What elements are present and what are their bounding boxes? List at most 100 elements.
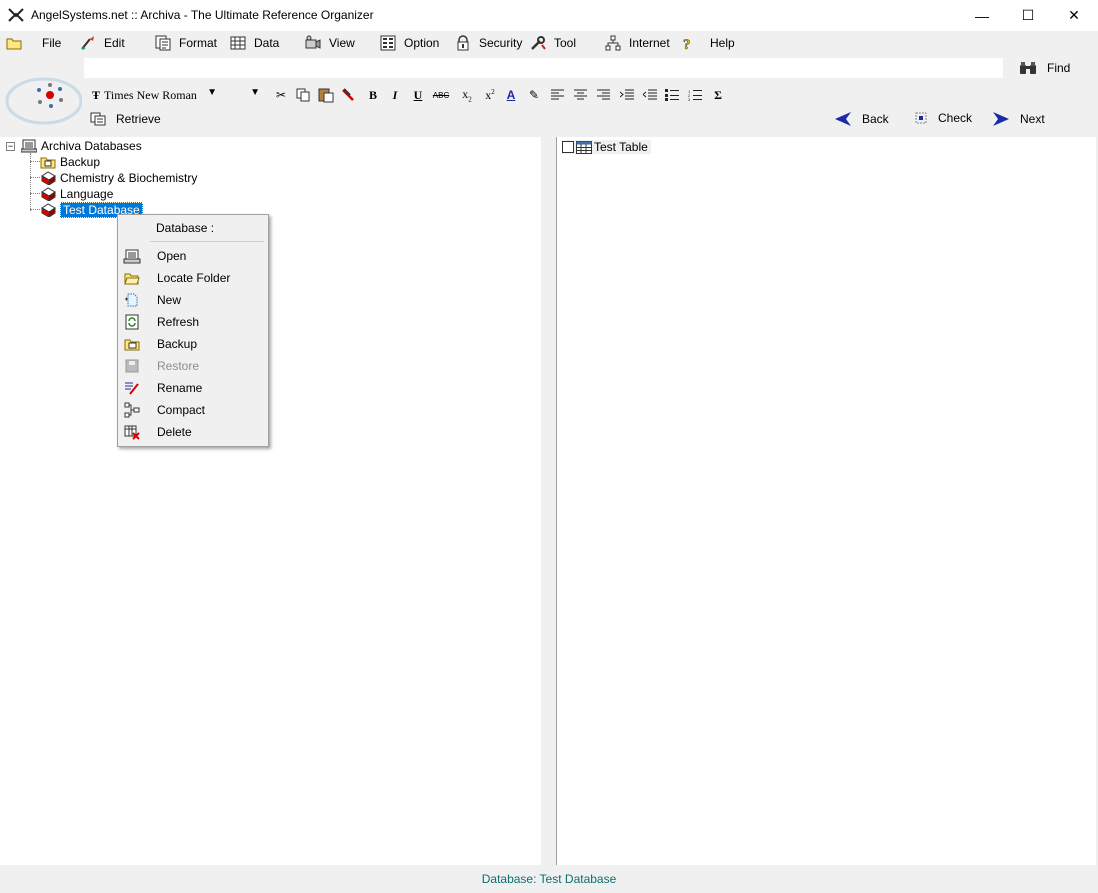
backup-folder-icon: [40, 157, 56, 169]
table-list-panel: Test Table: [556, 137, 1096, 865]
check-label: Check: [938, 111, 973, 125]
check-button[interactable]: Check: [914, 111, 972, 125]
superscript-button[interactable]: x2: [481, 86, 499, 104]
arrow-left-icon: [835, 112, 851, 126]
close-button[interactable]: ✕: [1051, 0, 1097, 31]
tree-item-chemistry[interactable]: Chemistry & Biochemistry: [40, 170, 197, 186]
align-right-button[interactable]: [594, 86, 612, 104]
context-menu-label: Restore: [157, 359, 200, 373]
menu-internet[interactable]: Internet: [605, 34, 670, 52]
bullet-list-button[interactable]: [663, 86, 681, 104]
context-menu-compact[interactable]: Compact: [120, 399, 266, 421]
tree-item-label: Language: [60, 187, 114, 201]
address-input[interactable]: [84, 58, 1003, 78]
indent-icon: [620, 89, 634, 100]
svg-text:3: 3: [688, 97, 691, 101]
menu-option[interactable]: Option: [380, 34, 439, 52]
bold-button[interactable]: B: [364, 86, 382, 104]
paste-button[interactable]: [317, 86, 335, 104]
menu-view-label: View: [329, 36, 355, 50]
panel-splitter[interactable]: [541, 137, 556, 865]
context-menu-rename[interactable]: Rename: [120, 377, 266, 399]
menu-tool[interactable]: Tool: [530, 34, 576, 52]
find-button[interactable]: Find: [1019, 60, 1070, 76]
database-context-menu: Database : Open Locate Folder New Refres…: [117, 214, 269, 447]
underline-button[interactable]: U: [409, 86, 427, 104]
arrow-right-icon: [993, 112, 1009, 126]
grid-icon: [230, 36, 246, 50]
minimize-button[interactable]: —: [959, 0, 1005, 31]
paste-icon: [318, 88, 334, 103]
outdent-button[interactable]: [641, 86, 659, 104]
menu-internet-label: Internet: [629, 36, 670, 50]
menu-format-label: Format: [179, 36, 218, 50]
status-bar: Database: Test Database: [0, 865, 1098, 893]
network-icon: [605, 35, 621, 51]
retrieve-icon: [90, 112, 106, 126]
folder-open-icon: [124, 273, 140, 285]
context-menu-label: Refresh: [157, 315, 200, 329]
cut-button[interactable]: ✂: [272, 86, 290, 104]
context-menu-refresh[interactable]: Refresh: [120, 311, 266, 333]
align-left-button[interactable]: [548, 86, 566, 104]
retrieve-button[interactable]: Retrieve: [90, 112, 161, 126]
font-family-select[interactable]: Ŧ Times New Roman ▼: [86, 85, 223, 105]
highlight-button[interactable]: ✎: [525, 86, 543, 104]
table-item-test-table[interactable]: Test Table: [562, 140, 651, 154]
find-label: Find: [1047, 61, 1071, 75]
tree-root-label: Archiva Databases: [41, 139, 142, 153]
new-icon: [125, 293, 138, 307]
font-size-select[interactable]: ▼: [226, 85, 264, 105]
highlighter-icon: ✎: [528, 88, 540, 102]
numbered-list-button[interactable]: 123: [686, 86, 704, 104]
indent-button[interactable]: [618, 86, 636, 104]
tree-root[interactable]: − Archiva Databases: [6, 139, 142, 153]
table-checkbox[interactable]: [562, 141, 574, 153]
menu-edit-label: Edit: [104, 36, 125, 50]
archiva-logo: [5, 77, 82, 125]
context-menu-open[interactable]: Open: [120, 245, 266, 267]
rename-icon: [125, 382, 139, 395]
align-center-button[interactable]: [571, 86, 589, 104]
clear-format-button[interactable]: [341, 86, 359, 104]
menu-bar: File Edit Format Data View Option Securi…: [0, 31, 1098, 55]
menu-data[interactable]: Data: [230, 34, 279, 52]
collapse-icon[interactable]: −: [6, 141, 15, 151]
context-menu-new[interactable]: New: [120, 289, 266, 311]
subscript-button[interactable]: x2: [458, 86, 476, 104]
menu-format[interactable]: Format: [155, 34, 217, 52]
tree-item-language[interactable]: Language: [40, 186, 113, 202]
context-menu-locate-folder[interactable]: Locate Folder: [120, 267, 266, 289]
menu-edit[interactable]: Edit: [80, 34, 125, 52]
menu-security[interactable]: Security: [455, 34, 522, 52]
bullet-list-icon: [665, 89, 679, 101]
menu-help[interactable]: ? Help: [680, 34, 735, 52]
sum-button[interactable]: Σ: [709, 86, 727, 104]
context-menu-backup[interactable]: Backup: [120, 333, 266, 355]
context-menu-label: New: [157, 293, 182, 307]
menu-file[interactable]: File: [6, 34, 61, 52]
back-button[interactable]: Back: [834, 111, 889, 127]
context-menu-delete[interactable]: Delete: [120, 421, 266, 443]
strikethrough-button[interactable]: ABC: [432, 86, 450, 104]
maximize-button[interactable]: ☐: [1005, 0, 1051, 31]
copy-button[interactable]: [294, 86, 312, 104]
italic-icon: I: [392, 87, 398, 102]
context-menu-label: Locate Folder: [157, 271, 231, 285]
format-icon: [155, 35, 171, 51]
window-title: AngelSystems.net :: Archiva - The Ultima…: [31, 8, 374, 22]
tree-connector: [30, 193, 40, 194]
database-open-icon: [123, 249, 141, 264]
menu-help-label: Help: [710, 36, 735, 50]
tree-item-backup[interactable]: Backup: [40, 154, 100, 170]
italic-button[interactable]: I: [386, 86, 404, 104]
underline-icon: U: [413, 87, 423, 102]
font-color-icon: A: [506, 88, 516, 102]
app-icon: [8, 8, 24, 22]
menu-view[interactable]: View: [305, 34, 355, 52]
next-button[interactable]: Next: [992, 111, 1045, 127]
title-bar: AngelSystems.net :: Archiva - The Ultima…: [0, 0, 1098, 31]
font-color-button[interactable]: A: [502, 86, 520, 104]
scissors-icon: ✂: [275, 88, 287, 102]
delete-icon: [124, 425, 140, 440]
